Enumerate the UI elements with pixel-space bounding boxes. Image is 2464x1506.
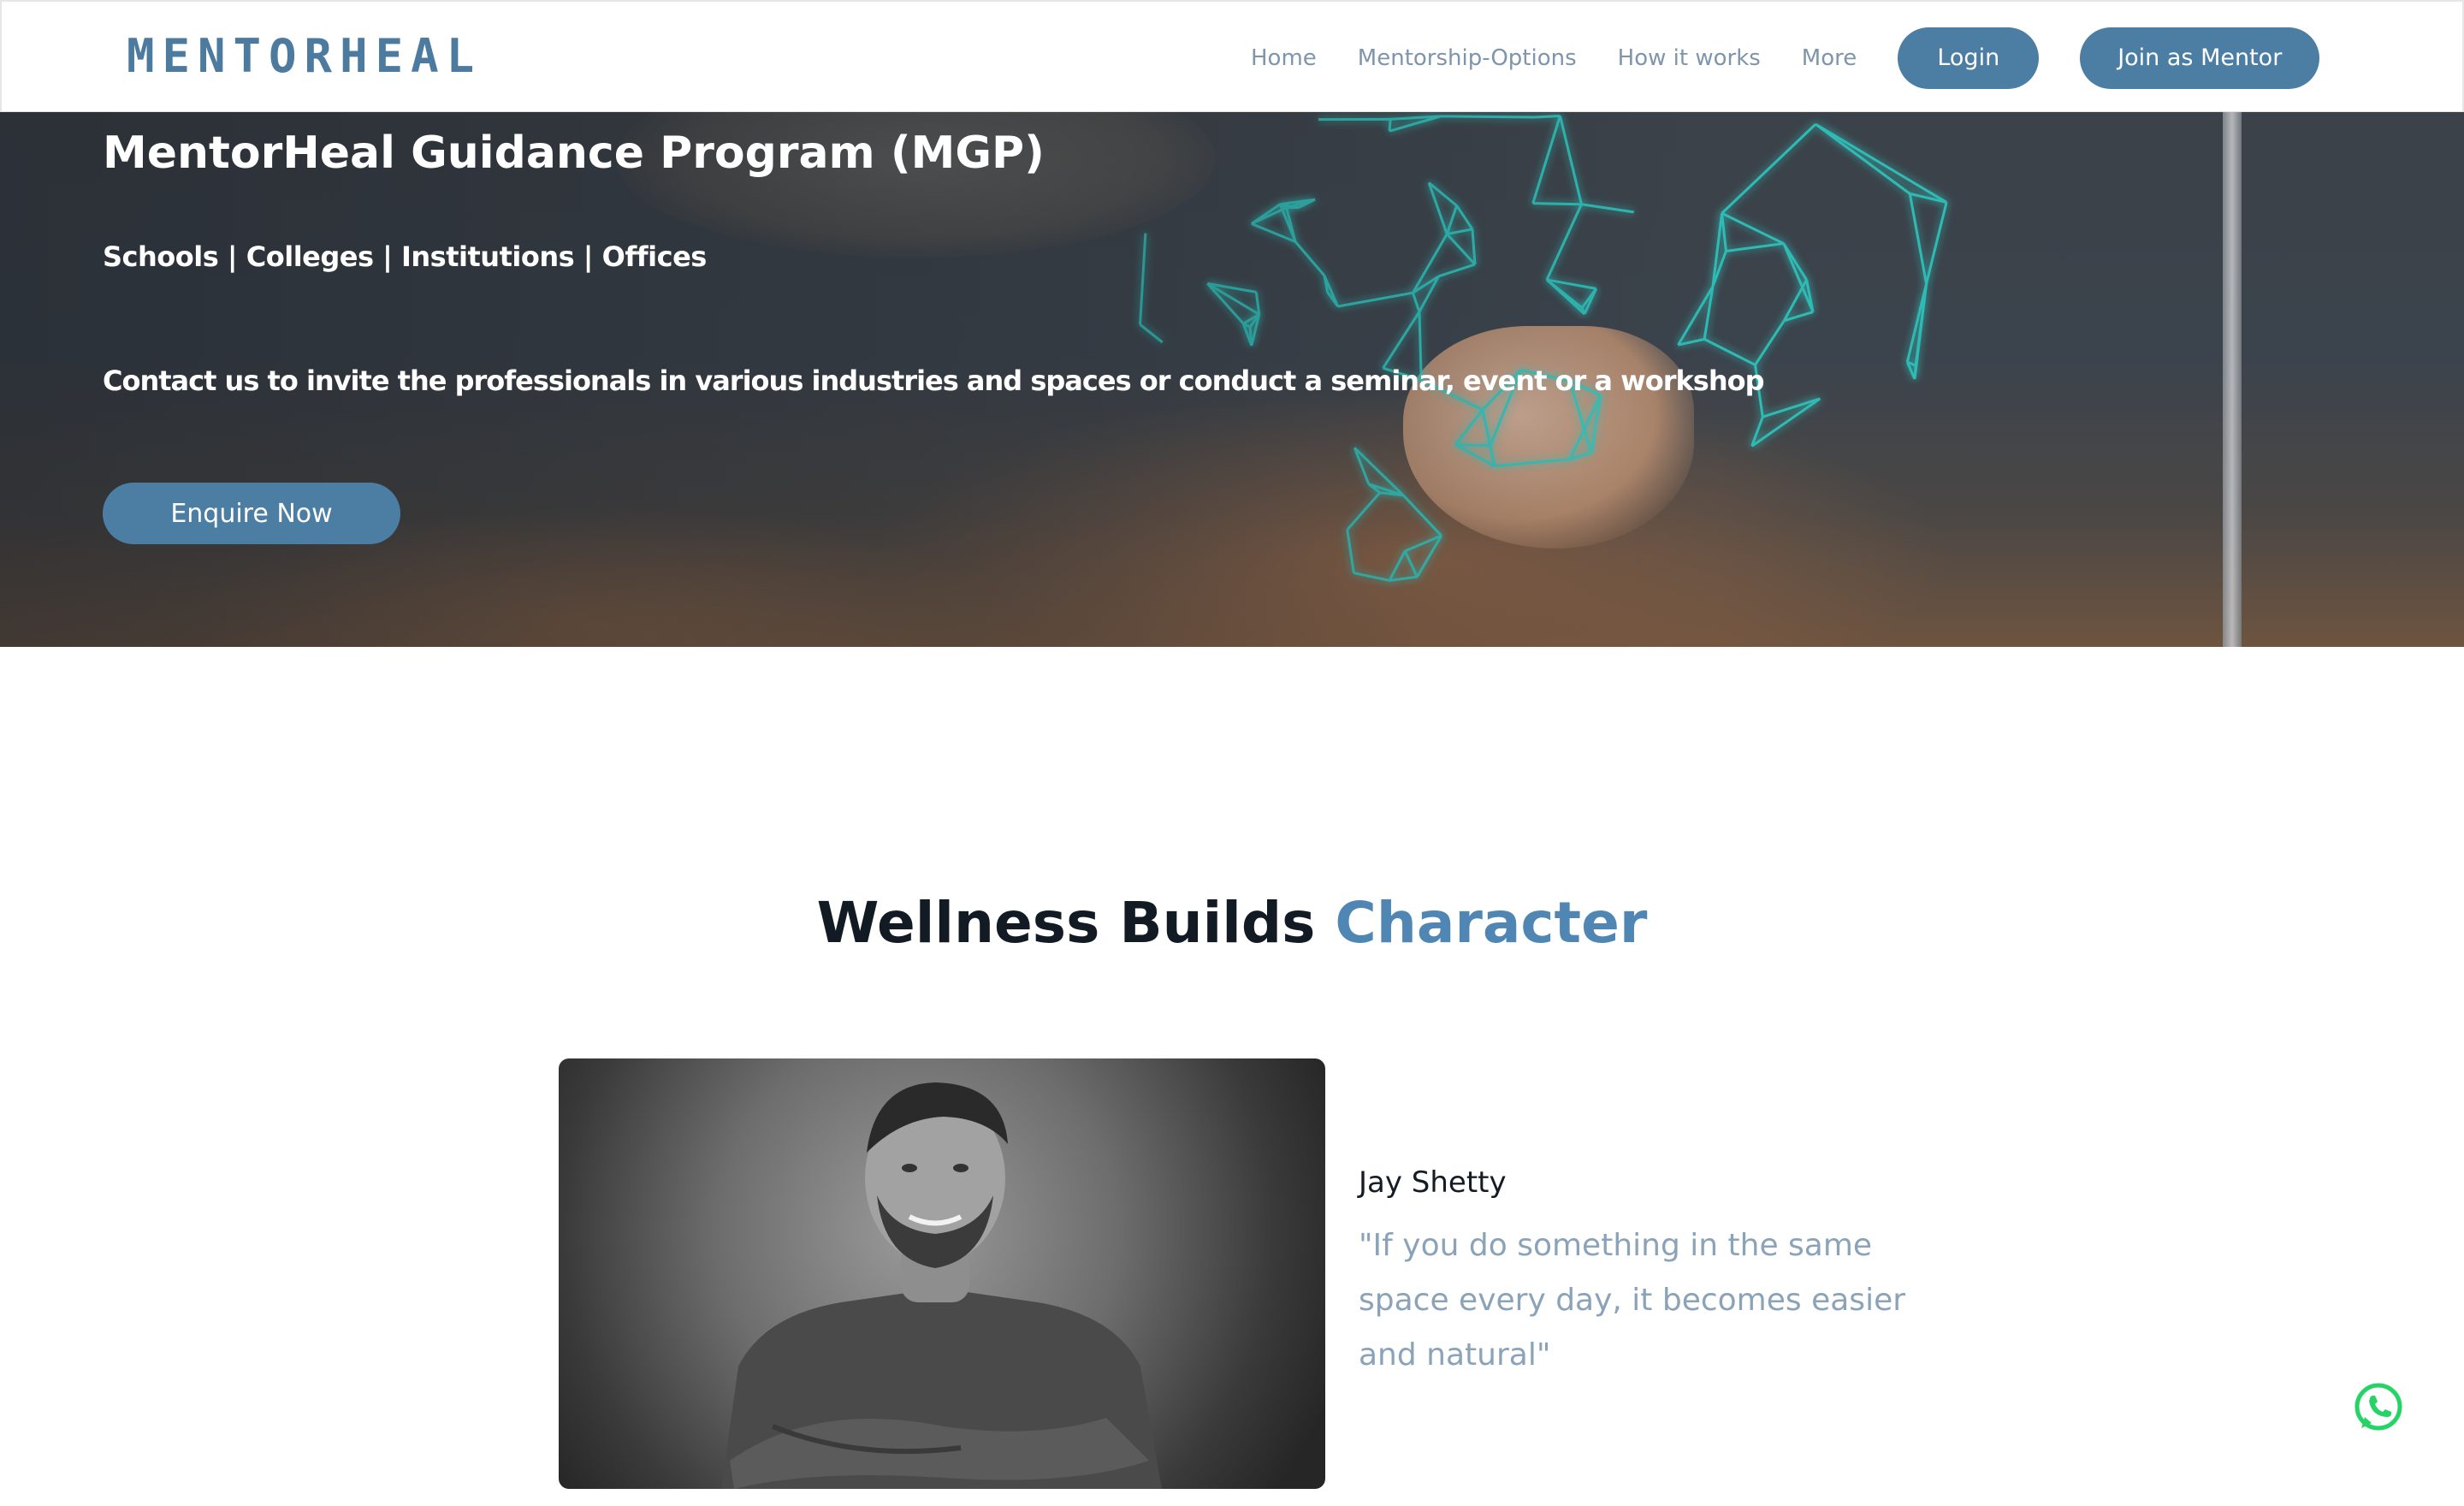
section-title-main: Wellness Builds <box>816 890 1316 956</box>
hero-description: Contact us to invite the professionals i… <box>103 365 1764 397</box>
brand-logo[interactable]: MENTORHEAL <box>127 33 482 80</box>
nav-how-it-works[interactable]: How it works <box>1618 45 1761 71</box>
nav-mentorship-options[interactable]: Mentorship-Options <box>1358 45 1577 71</box>
login-button[interactable]: Login <box>1898 27 2040 89</box>
whatsapp-icon[interactable] <box>2351 1380 2406 1435</box>
section-title-highlight: Character <box>1335 890 1648 956</box>
nav-more[interactable]: More <box>1802 45 1857 71</box>
testimonial-quote: "If you do something in the same space e… <box>1359 1228 1906 1373</box>
mentor-photo <box>559 1058 1325 1489</box>
testimonial: Jay Shetty "If you do something in the s… <box>1359 1165 1958 1383</box>
join-as-mentor-button[interactable]: Join as Mentor <box>2080 27 2320 89</box>
nav-home[interactable]: Home <box>1251 45 1317 71</box>
main-nav: Home Mentorship-Options How it works Mor… <box>1251 2 2320 114</box>
page: MENTORHEAL Home Mentorship-Options How i… <box>0 0 2464 1506</box>
hero-banner: MentorHeal Guidance Program (MGP) School… <box>0 112 2464 647</box>
site-header: MENTORHEAL Home Mentorship-Options How i… <box>0 0 2464 112</box>
hero-title: MentorHeal Guidance Program (MGP) <box>103 127 1045 179</box>
section-title: Wellness Builds Character <box>0 890 2464 956</box>
mentor-portrait-illustration <box>721 1082 1162 1489</box>
testimonial-author: Jay Shetty <box>1359 1165 1507 1200</box>
enquire-now-button[interactable]: Enquire Now <box>103 483 400 544</box>
hero-subtitle: Schools | Colleges | Institutions | Offi… <box>103 240 707 273</box>
